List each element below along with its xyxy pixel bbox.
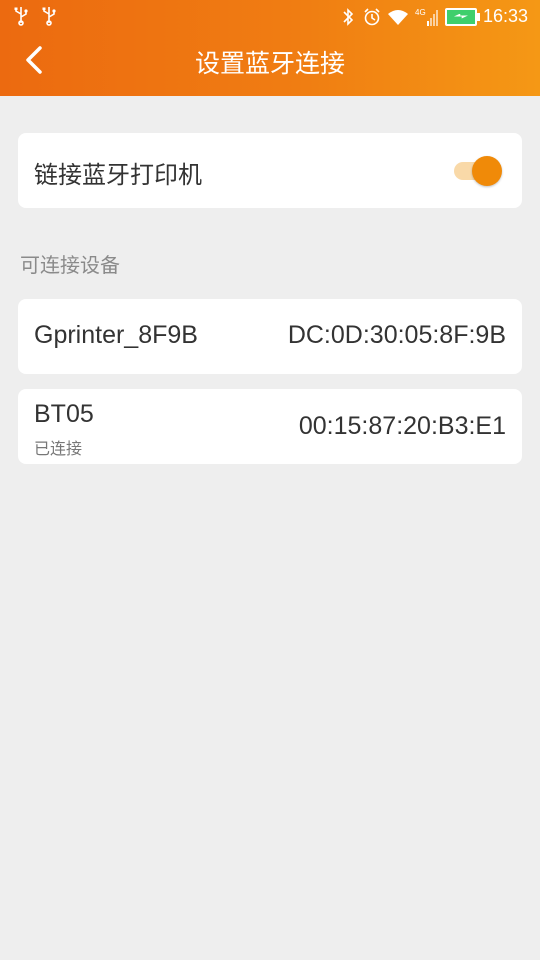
- signal-icon: 4G: [415, 8, 438, 26]
- wifi-icon: [387, 9, 408, 25]
- available-devices-heading: 可连接设备: [20, 253, 120, 277]
- status-time: 16:33: [482, 6, 528, 26]
- printer-toggle-label: 链接蓝牙打印机: [34, 161, 202, 189]
- device-mac-address: DC:0D:30:05:8F:9B: [287, 321, 506, 349]
- printer-toggle-row[interactable]: 链接蓝牙打印机: [18, 133, 522, 208]
- device-name: BT05: [34, 400, 94, 428]
- status-bar-left: [12, 6, 58, 26]
- bluetooth-icon: [343, 7, 354, 26]
- signal-label: 4G: [415, 8, 426, 17]
- device-mac-address: 00:15:87:20:B3:E1: [298, 412, 506, 440]
- device-item-bt05[interactable]: BT05 已连接 00:15:87:20:B3:E1: [18, 389, 522, 464]
- switch-thumb: [472, 156, 502, 186]
- usb-icon: [14, 7, 28, 26]
- printer-toggle-switch[interactable]: [454, 155, 502, 186]
- device-connection-status: 已连接: [34, 439, 83, 458]
- battery-icon: [444, 7, 480, 26]
- usb-icon: [42, 7, 56, 26]
- page-title: 设置蓝牙连接: [194, 49, 345, 78]
- device-name: Gprinter_8F9B: [34, 321, 198, 349]
- status-bar-right: 4G 16:33: [339, 6, 528, 27]
- app-header: 4G 16:33 设置蓝牙连接: [0, 0, 540, 96]
- device-item-gprinter[interactable]: Gprinter_8F9B DC:0D:30:05:8F:9B: [18, 299, 522, 374]
- alarm-icon: [364, 7, 380, 25]
- status-bar: 4G 16:33: [0, 0, 540, 36]
